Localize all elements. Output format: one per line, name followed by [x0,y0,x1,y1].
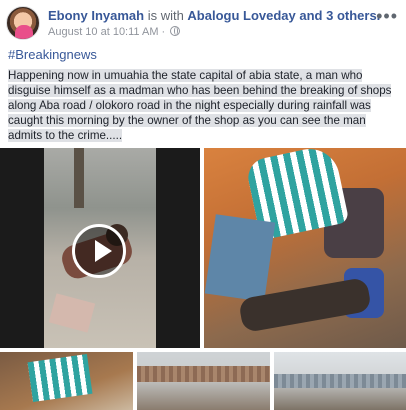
post-header-line: Ebony Inyamah is with Abalogu Loveday an… [48,8,380,23]
author-name-link[interactable]: Ebony Inyamah [48,8,144,23]
photo-thumbnail-2[interactable] [0,352,133,410]
play-icon [95,240,112,262]
post-header: Ebony Inyamah is with Abalogu Loveday an… [0,0,406,44]
with-connector: is with [144,8,188,23]
hashtag-link[interactable]: #Breakingnews [8,47,97,62]
photo-jeans [204,214,276,302]
photo-striped-shirt-small [27,354,93,402]
video-thumbnail[interactable] [0,148,200,348]
scene-floor-tile [48,293,96,333]
photo-roof [137,366,270,382]
photo-thumbnail-3[interactable] [137,352,270,410]
tagged-people-link[interactable]: Abalogu Loveday and 3 others. [187,8,380,23]
photo-roof-2 [274,374,406,388]
scene-pole [74,148,84,208]
post-meta: August 10 at 10:11 AM · [48,26,181,38]
play-button[interactable] [72,224,126,278]
timestamp-link[interactable]: August 10 at 10:11 AM [48,26,158,38]
meta-separator: · [158,26,169,38]
more-options-icon[interactable]: ••• [376,6,398,27]
post-body-text: Happening now in umuahia the state capit… [8,68,396,143]
globe-icon [170,26,181,36]
photo-thumbnail-4[interactable] [274,352,406,410]
photo-thumbnail-1[interactable] [204,148,406,348]
avatar[interactable] [6,6,40,40]
post-text-content: Happening now in umuahia the state capit… [8,69,392,142]
